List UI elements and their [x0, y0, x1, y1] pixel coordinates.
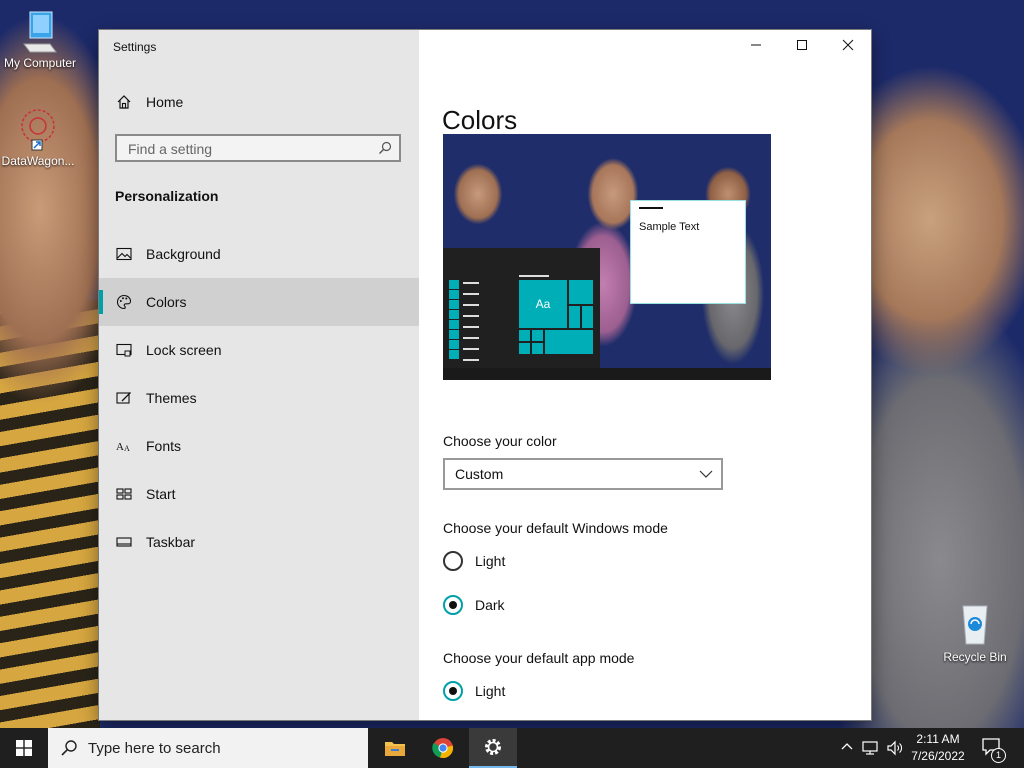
svg-text:A: A — [116, 441, 124, 453]
taskbar-app-settings[interactable] — [469, 728, 517, 768]
preview-menu-lines — [463, 282, 479, 370]
choose-color-select[interactable]: Custom — [443, 458, 723, 490]
fonts-icon: A A — [116, 441, 130, 453]
app-mode-light-option[interactable]: Light — [443, 681, 505, 701]
preview-tile-label: Aa — [535, 297, 551, 311]
radio-light-app[interactable] — [443, 681, 463, 701]
taskbar-icon — [116, 537, 132, 547]
volume-icon[interactable] — [886, 740, 904, 756]
sidebar-item-background[interactable]: Background — [99, 230, 419, 278]
preview-tile — [569, 280, 593, 304]
taskbar-app-file-explorer[interactable] — [371, 728, 419, 768]
preview-sample-window: Sample Text — [630, 200, 746, 304]
desktop-icon-label: DataWagon... — [1, 154, 75, 168]
preview-header-line — [519, 275, 549, 277]
sidebar-item-label: Taskbar — [146, 534, 196, 550]
preview-tile-large: Aa — [519, 280, 567, 328]
windows-mode-label: Choose your default Windows mode — [443, 520, 668, 536]
radio-label: Light — [475, 683, 506, 699]
action-center-button[interactable]: 1 — [978, 736, 1008, 763]
colors-page: Colors Aa Sample Text Choose your color … — [419, 30, 871, 720]
chevron-down-icon — [699, 470, 713, 478]
settings-window: Settings Home Personalization Backg — [99, 30, 871, 720]
sidebar-item-label: Colors — [146, 294, 187, 310]
clock-time: 2:11 AM — [916, 732, 960, 746]
personalization-nav: Background Colors Lock screen Themes A A… — [99, 230, 419, 566]
preview-tile — [519, 330, 530, 341]
desktop-icon-datawagon[interactable]: DataWagon... — [0, 104, 80, 168]
preview-tile — [545, 330, 593, 354]
radio-label: Dark — [475, 597, 505, 613]
lock-screen-icon — [116, 343, 132, 357]
palette-icon — [116, 294, 132, 310]
sidebar-item-label: Background — [146, 246, 221, 262]
preview-title-bar — [639, 207, 663, 209]
radio-dark-windows[interactable] — [443, 595, 463, 615]
radio-label: Light — [475, 553, 506, 569]
system-clock[interactable]: 2:11 AM 7/26/2022 — [906, 731, 970, 765]
notification-count-badge: 1 — [991, 748, 1006, 763]
settings-icon — [485, 739, 501, 755]
preview-taskbar — [443, 368, 771, 380]
sidebar-item-themes[interactable]: Themes — [99, 374, 419, 422]
file-explorer-icon — [385, 742, 405, 756]
radio-light-windows[interactable] — [443, 551, 463, 571]
choose-color-label: Choose your color — [443, 433, 557, 449]
sidebar-item-lock-screen[interactable]: Lock screen — [99, 326, 419, 374]
desktop-icon-my-computer[interactable]: My Computer — [0, 10, 82, 70]
home-icon — [117, 95, 131, 109]
desktop-icon-label: My Computer — [3, 56, 77, 70]
start-button[interactable] — [0, 728, 48, 768]
sidebar-item-fonts[interactable]: A A Fonts — [99, 422, 419, 470]
windows-mode-dark-option[interactable]: Dark — [443, 595, 505, 615]
preview-tile — [532, 330, 543, 341]
preview-tile — [582, 306, 593, 328]
chrome-icon — [432, 738, 454, 758]
windows-logo-icon — [16, 740, 32, 756]
settings-sidebar: Settings Home Personalization Backg — [99, 30, 419, 720]
preview-tile-column — [449, 280, 459, 366]
choose-color-value: Custom — [455, 466, 504, 482]
taskbar: Type here to search 2:11 AM 7/26/2022 1 — [0, 728, 1024, 768]
picture-icon — [116, 247, 132, 261]
preview-tile — [569, 306, 580, 328]
preview-tile — [532, 343, 543, 354]
taskbar-app-chrome[interactable] — [419, 728, 467, 768]
windows-mode-light-option[interactable]: Light — [443, 551, 505, 571]
sidebar-item-label: Fonts — [146, 438, 182, 454]
taskbar-search-box[interactable]: Type here to search — [48, 728, 368, 768]
taskbar-search-text: Type here to search — [88, 739, 221, 757]
find-setting-search[interactable] — [115, 134, 401, 162]
theme-preview: Aa Sample Text — [443, 134, 771, 380]
find-setting-input[interactable] — [126, 136, 370, 162]
sidebar-item-taskbar[interactable]: Taskbar — [99, 518, 419, 566]
recycle-bin-icon — [962, 605, 988, 645]
start-icon — [116, 488, 132, 500]
sidebar-item-label: Themes — [146, 390, 197, 406]
themes-icon — [116, 392, 131, 404]
app-mode-label: Choose your default app mode — [443, 650, 635, 666]
sidebar-item-label: Lock screen — [146, 342, 222, 358]
window-title: Settings — [113, 40, 157, 54]
network-icon[interactable] — [862, 740, 880, 756]
sidebar-item-colors[interactable]: Colors — [99, 278, 419, 326]
search-icon — [61, 740, 77, 756]
sidebar-item-start[interactable]: Start — [99, 470, 419, 518]
sidebar-item-label: Start — [146, 486, 176, 502]
preview-sample-text: Sample Text — [639, 221, 700, 233]
nav-home-label: Home — [146, 94, 184, 110]
search-icon — [379, 141, 392, 154]
nav-home[interactable]: Home — [99, 90, 419, 114]
clock-date: 7/26/2022 — [911, 749, 965, 763]
section-title: Personalization — [115, 188, 219, 204]
desktop-icon-label: Recycle Bin — [943, 650, 1007, 664]
desktop-icon-recycle-bin[interactable]: Recycle Bin — [933, 602, 1017, 664]
page-title: Colors — [442, 105, 518, 136]
chevron-up-icon[interactable] — [840, 740, 854, 754]
svg-text:A: A — [124, 444, 130, 453]
shortcut-icon — [21, 109, 55, 151]
preview-tile — [519, 343, 530, 354]
computer-icon — [23, 11, 57, 53]
